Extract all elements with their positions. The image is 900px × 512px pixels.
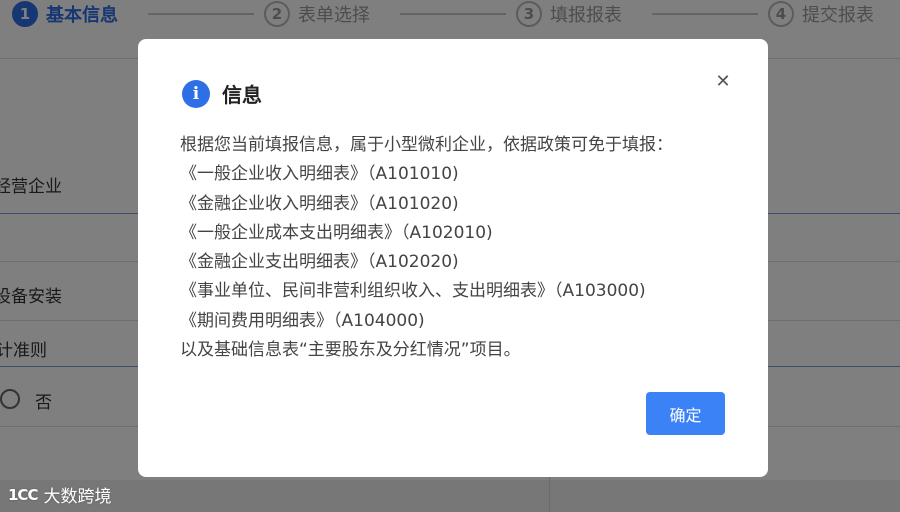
message-line: 《金融企业支出明细表》（A102020): [180, 252, 459, 273]
info-dialog: i 信息 ✕ 根据您当前填报信息，属于小型微利企业，依据政策可免于填报： 《一般…: [138, 39, 768, 477]
close-icon[interactable]: ✕: [712, 71, 734, 93]
message-line: 根据您当前填报信息，属于小型微利企业，依据政策可免于填报：: [180, 135, 673, 155]
message-line: 以及基础信息表“主要股东及分红情况”项目。: [180, 340, 521, 361]
info-icon: i: [182, 79, 210, 108]
message-line: 《期间费用明细表》（A104000): [180, 310, 425, 331]
dialog-message: 根据您当前填报信息，属于小型微利企业，依据政策可免于填报： 《一般企业收入明细表…: [180, 131, 740, 365]
dialog-header: i 信息: [182, 79, 262, 108]
watermark-text: 大数跨境: [43, 487, 112, 507]
watermark: 1CC 大数跨境: [8, 482, 112, 508]
message-line: 《金融企业收入明细表》（A101020): [180, 193, 459, 214]
message-line: 《一般企业成本支出明细表》（A102010): [180, 222, 493, 243]
message-line: 《一般企业收入明细表》（A101010): [180, 164, 459, 185]
confirm-button[interactable]: 确定: [646, 392, 725, 435]
message-line: 《事业单位、民间非营利组织收入、支出明细表》（A103000): [180, 281, 646, 302]
dialog-title: 信息: [222, 83, 262, 107]
watermark-logo: 1CC: [8, 485, 38, 504]
